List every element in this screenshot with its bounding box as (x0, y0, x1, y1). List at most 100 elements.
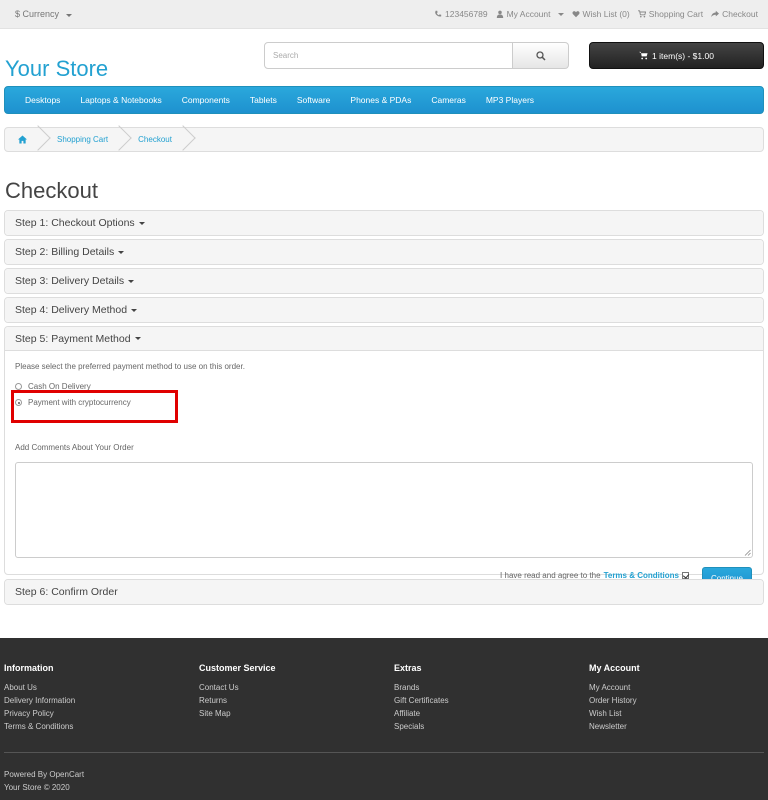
menu-item-software[interactable]: Software (287, 95, 341, 105)
top-links: 123456789 My Account Wish List (0) Shopp… (434, 9, 758, 19)
search-input[interactable]: Search (264, 42, 513, 69)
step-3-header[interactable]: Step 3: Delivery Details (5, 269, 763, 293)
footer-column-information: Information About Us Delivery Informatio… (4, 663, 75, 733)
step-4-title: Step 4: Delivery Method (15, 304, 128, 316)
footer-link[interactable]: Terms & Conditions (4, 720, 75, 733)
radio-cash-on-delivery[interactable] (15, 383, 22, 390)
caret-down-icon (131, 308, 138, 312)
currency-dropdown[interactable]: $ Currency (15, 9, 72, 19)
footer-link[interactable]: Contact Us (199, 681, 276, 694)
caret-down-icon (557, 12, 564, 16)
footer-link[interactable]: Wish List (589, 707, 640, 720)
menu-item-laptops[interactable]: Laptops & Notebooks (70, 95, 171, 105)
step-6-header[interactable]: Step 6: Confirm Order (5, 580, 763, 604)
checkout-label: Checkout (722, 9, 758, 19)
share-icon (711, 10, 720, 18)
my-account-label: My Account (506, 9, 551, 19)
step-3-title: Step 3: Delivery Details (15, 275, 125, 287)
step-2-panel: Step 2: Billing Details (4, 239, 764, 265)
footer-link[interactable]: Returns (199, 694, 276, 707)
footer-heading: My Account (589, 663, 640, 673)
cart-total-label: 1 item(s) - $1.00 (652, 50, 714, 61)
phone-icon (435, 10, 442, 17)
footer-link[interactable]: Privacy Policy (4, 707, 75, 720)
menu-item-cameras[interactable]: Cameras (421, 95, 475, 105)
step-5-header[interactable]: Step 5: Payment Method (5, 327, 763, 351)
caret-down-icon (65, 14, 72, 17)
my-account-link[interactable]: My Account (496, 9, 564, 19)
footer-link[interactable]: My Account (589, 681, 640, 694)
search-placeholder: Search (273, 51, 299, 60)
footer-link[interactable]: Specials (394, 720, 449, 733)
breadcrumb-checkout[interactable]: Checkout (122, 127, 186, 152)
step-4-panel: Step 4: Delivery Method (4, 297, 764, 323)
step-6-panel: Step 6: Confirm Order (4, 579, 764, 605)
comments-label: Add Comments About Your Order (15, 443, 134, 452)
menu-item-mp3[interactable]: MP3 Players (476, 95, 544, 105)
menu-item-desktops[interactable]: Desktops (15, 95, 70, 105)
wish-list-label: Wish List (0) (582, 9, 630, 19)
caret-down-icon (138, 221, 145, 225)
user-icon (496, 10, 503, 18)
footer-link[interactable]: Newsletter (589, 720, 640, 733)
search-button[interactable] (513, 42, 569, 69)
footer-link[interactable]: About Us (4, 681, 75, 694)
shopping-cart-link[interactable]: Shopping Cart (637, 9, 704, 19)
footer-link[interactable]: Brands (394, 681, 449, 694)
step-1-header[interactable]: Step 1: Checkout Options (5, 211, 763, 235)
footer-column-my-account: My Account My Account Order History Wish… (589, 663, 640, 733)
footer-heading: Extras (394, 663, 422, 673)
comments-textarea[interactable] (15, 462, 753, 558)
footer-powered: Powered By OpenCart Your Store © 2020 (4, 768, 84, 794)
footer-column-extras: Extras Brands Gift Certificates Affiliat… (394, 663, 449, 733)
search-icon (535, 50, 546, 61)
wish-list-link[interactable]: Wish List (0) (571, 9, 630, 19)
step-2-header[interactable]: Step 2: Billing Details (5, 240, 763, 264)
caret-down-icon (128, 279, 135, 283)
footer-column-customer-service: Customer Service Contact Us Returns Site… (199, 663, 276, 720)
checkout-link[interactable]: Checkout (711, 9, 758, 19)
cart-icon (639, 51, 648, 60)
cart-icon (637, 10, 646, 18)
footer-link[interactable]: Delivery Information (4, 694, 75, 707)
payment-method-body: Please select the preferred payment meth… (5, 351, 763, 589)
opencart-link[interactable]: OpenCart (49, 770, 84, 779)
footer: Information About Us Delivery Informatio… (0, 638, 768, 800)
shopping-cart-label: Shopping Cart (648, 9, 704, 19)
resize-handle-icon[interactable] (744, 549, 751, 556)
store-logo[interactable]: Your Store (5, 56, 108, 82)
step-4-header[interactable]: Step 4: Delivery Method (5, 298, 763, 322)
search-bar: Search (264, 42, 569, 69)
caret-down-icon (134, 337, 141, 340)
menu-item-phones[interactable]: Phones & PDAs (340, 95, 421, 105)
step-6-title: Step 6: Confirm Order (15, 586, 118, 598)
phone-number: 123456789 (445, 9, 488, 19)
footer-link[interactable]: Affiliate (394, 707, 449, 720)
footer-heading: Information (4, 663, 54, 673)
breadcrumb-shopping-cart[interactable]: Shopping Cart (41, 127, 122, 152)
step-5-panel: Step 5: Payment Method Please select the… (4, 326, 764, 589)
phone-link[interactable]: 123456789 (434, 9, 488, 19)
menu-item-components[interactable]: Components (172, 95, 240, 105)
powered-by-text: Powered By (4, 770, 48, 779)
footer-link[interactable]: Site Map (199, 707, 276, 720)
footer-link[interactable]: Gift Certificates (394, 694, 449, 707)
footer-heading: Customer Service (199, 663, 276, 673)
page-title: Checkout (5, 178, 98, 203)
home-icon (18, 135, 27, 144)
heart-icon (571, 11, 580, 18)
breadcrumb-home[interactable] (5, 127, 41, 152)
breadcrumb: Shopping Cart Checkout (4, 127, 764, 152)
step-1-title: Step 1: Checkout Options (15, 217, 135, 229)
menu-item-tablets[interactable]: Tablets (240, 95, 287, 105)
cart-total-button[interactable]: 1 item(s) - $1.00 (589, 42, 764, 69)
caret-down-icon (118, 250, 125, 254)
agree-checkbox[interactable] (682, 572, 689, 579)
copyright: Your Store © 2020 (4, 783, 70, 792)
step-2-title: Step 2: Billing Details (15, 246, 115, 258)
step-3-panel: Step 3: Delivery Details (4, 268, 764, 294)
footer-link[interactable]: Order History (589, 694, 640, 707)
footer-divider (4, 752, 764, 753)
highlight-box (11, 390, 178, 423)
top-bar: $ Currency 123456789 My Account Wish Lis… (0, 0, 768, 29)
